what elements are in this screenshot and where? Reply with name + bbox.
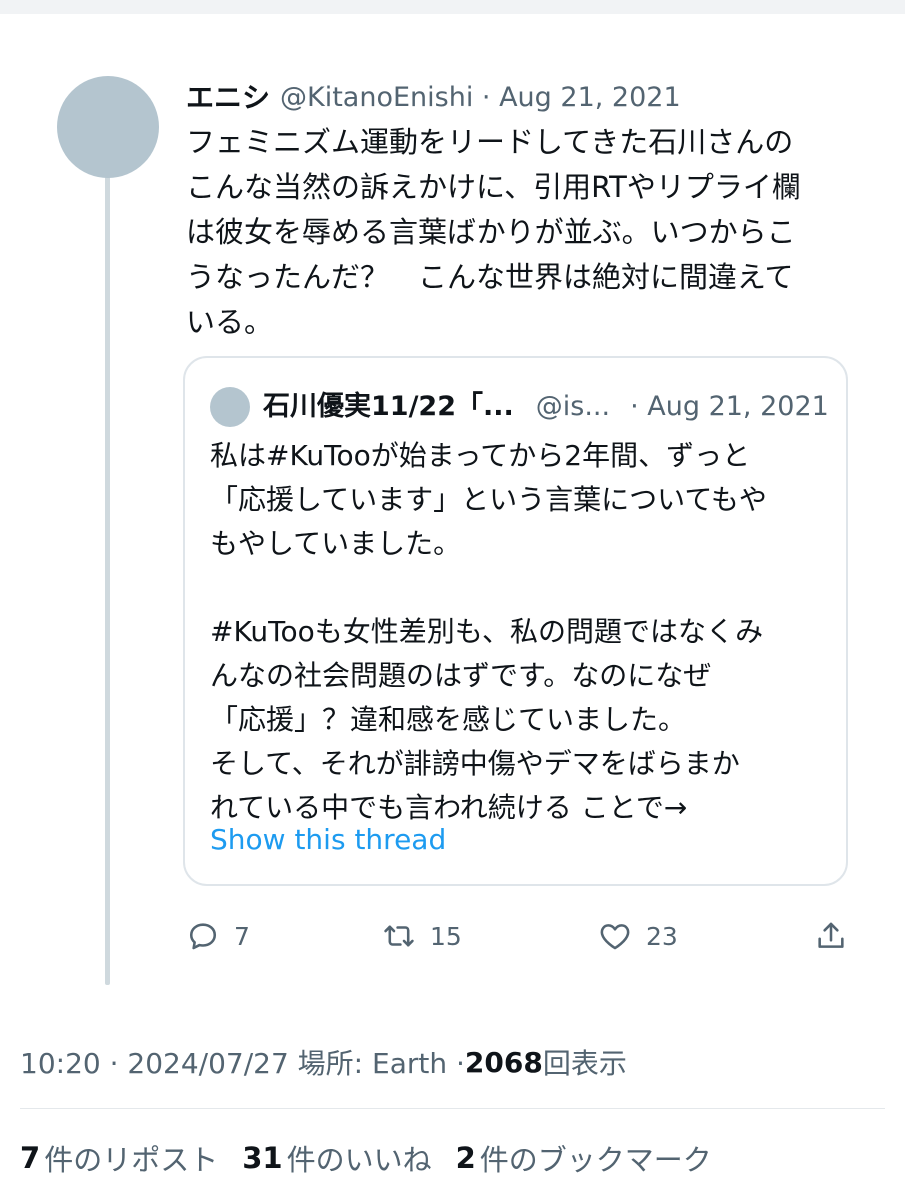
reply-button[interactable]: 7	[186, 914, 250, 958]
author-handle-date[interactable]: @KitanoEnishi · Aug 21, 2021	[280, 78, 681, 118]
bookmarks-count: 2	[455, 1141, 476, 1175]
post-meta: 10:20 · 2024/07/27 場所: Earth · 2068 回表示	[20, 1040, 627, 1084]
quoted-date[interactable]: · Aug 21, 2021	[630, 386, 829, 428]
tweet-actions: 7 15 23	[186, 914, 856, 958]
engagement-stats: 7 件のリポスト 31 件のいいね 2 件のブックマーク	[20, 1136, 736, 1180]
retweet-icon	[384, 925, 414, 947]
reposts-label: 件のリポスト	[44, 1143, 219, 1177]
views-label: 回表示	[542, 1047, 627, 1080]
timestamp-location[interactable]: 10:20 · 2024/07/27 場所: Earth ·	[20, 1042, 465, 1082]
quoted-tweet-card[interactable]: 石川優実11/22「... @is... · Aug 21, 2021 私は#K…	[183, 356, 848, 886]
like-button[interactable]: 23	[598, 914, 678, 958]
quoted-avatar[interactable]	[210, 387, 250, 427]
like-count: 23	[646, 921, 678, 951]
reply-count: 7	[234, 921, 250, 951]
tweet-text: フェミニズム運動をリードしてきた石川さんの こんな当然の訴えかけに、引用RTやリ…	[186, 125, 801, 339]
reply-icon	[189, 923, 217, 950]
bookmarks-label: 件のブックマーク	[479, 1143, 712, 1177]
likes-stat[interactable]: 31 件のいいね	[242, 1137, 431, 1179]
share-icon	[818, 922, 844, 948]
avatar[interactable]	[57, 76, 159, 178]
reposts-count: 7	[20, 1141, 41, 1175]
likes-count: 31	[242, 1141, 283, 1175]
author-name[interactable]: エニシ	[186, 78, 270, 118]
tweet-header: エニシ @KitanoEnishi · Aug 21, 2021	[186, 78, 681, 118]
likes-label: 件のいいね	[286, 1143, 432, 1177]
retweet-button[interactable]: 15	[382, 914, 462, 958]
reposts-stat[interactable]: 7 件のリポスト	[20, 1137, 218, 1179]
quoted-tweet-text: 私は#KuTooが始まってから2年間、ずっと 「応援しています」という言葉につい…	[210, 439, 767, 824]
quoted-author-handle[interactable]: @is...	[536, 386, 610, 428]
share-button[interactable]	[814, 914, 848, 958]
views-count: 2068	[464, 1045, 543, 1079]
show-thread-link[interactable]: Show this thread	[210, 820, 446, 860]
bookmarks-stat[interactable]: 2 件のブックマーク	[456, 1137, 712, 1179]
divider	[20, 1108, 885, 1109]
retweet-count: 15	[430, 921, 462, 951]
top-strip	[0, 0, 905, 14]
thread-line	[105, 170, 110, 985]
quoted-header: 石川優実11/22「... @is... · Aug 21, 2021	[263, 386, 833, 428]
quoted-author-name[interactable]: 石川優実11/22「...	[263, 386, 514, 428]
heart-icon	[600, 924, 630, 950]
